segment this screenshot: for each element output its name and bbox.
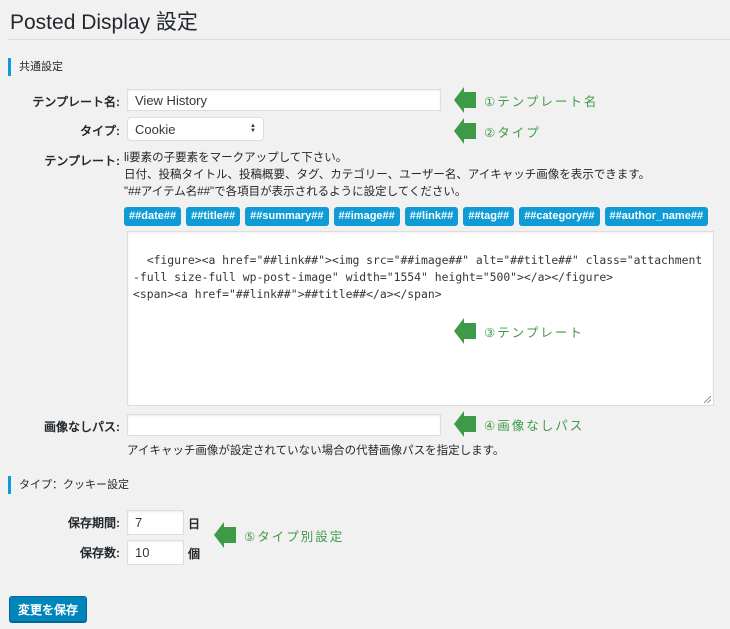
template-name-value: View History bbox=[135, 92, 208, 108]
title-divider bbox=[8, 39, 730, 40]
no-image-path-label: 画像なしパス: bbox=[44, 420, 120, 434]
period-value: 7 bbox=[135, 515, 143, 530]
annotation-3-text: ③テンプレート bbox=[484, 325, 584, 340]
tag-link[interactable]: ##link## bbox=[404, 207, 459, 226]
annotation-4: ④画像なしパス bbox=[454, 411, 584, 437]
annotation-3: ③テンプレート bbox=[454, 318, 584, 344]
period-input[interactable]: 7 bbox=[127, 510, 184, 535]
annotation-2-text: ②タイプ bbox=[484, 125, 541, 140]
template-tag-list: ##date## ##title## ##summary## ##image##… bbox=[124, 207, 709, 226]
tag-date[interactable]: ##date## bbox=[124, 207, 182, 226]
resize-handle-icon[interactable] bbox=[704, 396, 711, 403]
annotation-5-text: ⑤タイプ別設定 bbox=[244, 529, 345, 544]
period-label: 保存期間: bbox=[68, 516, 120, 530]
type-label: タイプ: bbox=[80, 124, 120, 138]
annotation-5: ⑤タイプ別設定 bbox=[214, 522, 344, 548]
period-unit: 日 bbox=[188, 517, 201, 531]
annotation-2: ②タイプ bbox=[454, 118, 541, 144]
template-label: テンプレート: bbox=[44, 154, 120, 168]
template-code: <figure><a href="##link##"><img src="##i… bbox=[133, 253, 703, 301]
section-heading-cookie: タイプ：クッキー設定 bbox=[8, 476, 129, 494]
section-heading-common: 共通設定 bbox=[8, 58, 63, 76]
no-image-path-input[interactable] bbox=[127, 414, 441, 436]
count-input[interactable]: 10 bbox=[127, 540, 184, 565]
annotation-1: ①テンプレート名 bbox=[454, 87, 598, 113]
select-updown-icon: ▲ ▼ bbox=[250, 123, 256, 134]
annotation-1-text: ①テンプレート名 bbox=[484, 94, 599, 109]
left-arrow-icon bbox=[454, 411, 476, 437]
no-image-path-help: アイキャッチ画像が設定されていない場合の代替画像パスを指定します。 bbox=[127, 445, 505, 457]
left-arrow-icon bbox=[454, 87, 476, 113]
template-help-3: "##アイテム名##"で各項目が表示されるように設定してください。 bbox=[124, 186, 467, 198]
template-help-1: li要素の子要素をマークアップして下さい。 bbox=[124, 152, 348, 164]
tag-tag[interactable]: ##tag## bbox=[463, 207, 515, 226]
type-select[interactable]: Cookie ▲ ▼ bbox=[127, 117, 264, 141]
template-help-2: 日付、投稿タイトル、投稿概要、タグ、カテゴリー、ユーザー名、アイキャッチ画像を表… bbox=[124, 169, 651, 181]
type-select-value: Cookie bbox=[135, 121, 176, 137]
left-arrow-icon bbox=[454, 318, 476, 344]
tag-image[interactable]: ##image## bbox=[333, 207, 400, 226]
template-textarea[interactable]: <figure><a href="##link##"><img src="##i… bbox=[127, 231, 714, 406]
tag-author-name[interactable]: ##author_name## bbox=[604, 207, 709, 226]
annotation-4-text: ④画像なしパス bbox=[484, 418, 585, 433]
count-unit: 個 bbox=[188, 547, 201, 561]
tag-category[interactable]: ##category## bbox=[519, 207, 600, 226]
left-arrow-icon bbox=[454, 118, 476, 144]
save-changes-button[interactable]: 変更を保存 bbox=[9, 596, 87, 622]
template-name-input[interactable]: View History bbox=[127, 89, 441, 111]
template-name-label: テンプレート名: bbox=[32, 95, 120, 109]
page-title: Posted Display 設定 bbox=[10, 11, 198, 34]
count-label: 保存数: bbox=[80, 546, 120, 560]
tag-title[interactable]: ##title## bbox=[186, 207, 241, 226]
count-value: 10 bbox=[135, 545, 150, 560]
left-arrow-icon bbox=[214, 522, 236, 548]
tag-summary[interactable]: ##summary## bbox=[245, 207, 329, 226]
